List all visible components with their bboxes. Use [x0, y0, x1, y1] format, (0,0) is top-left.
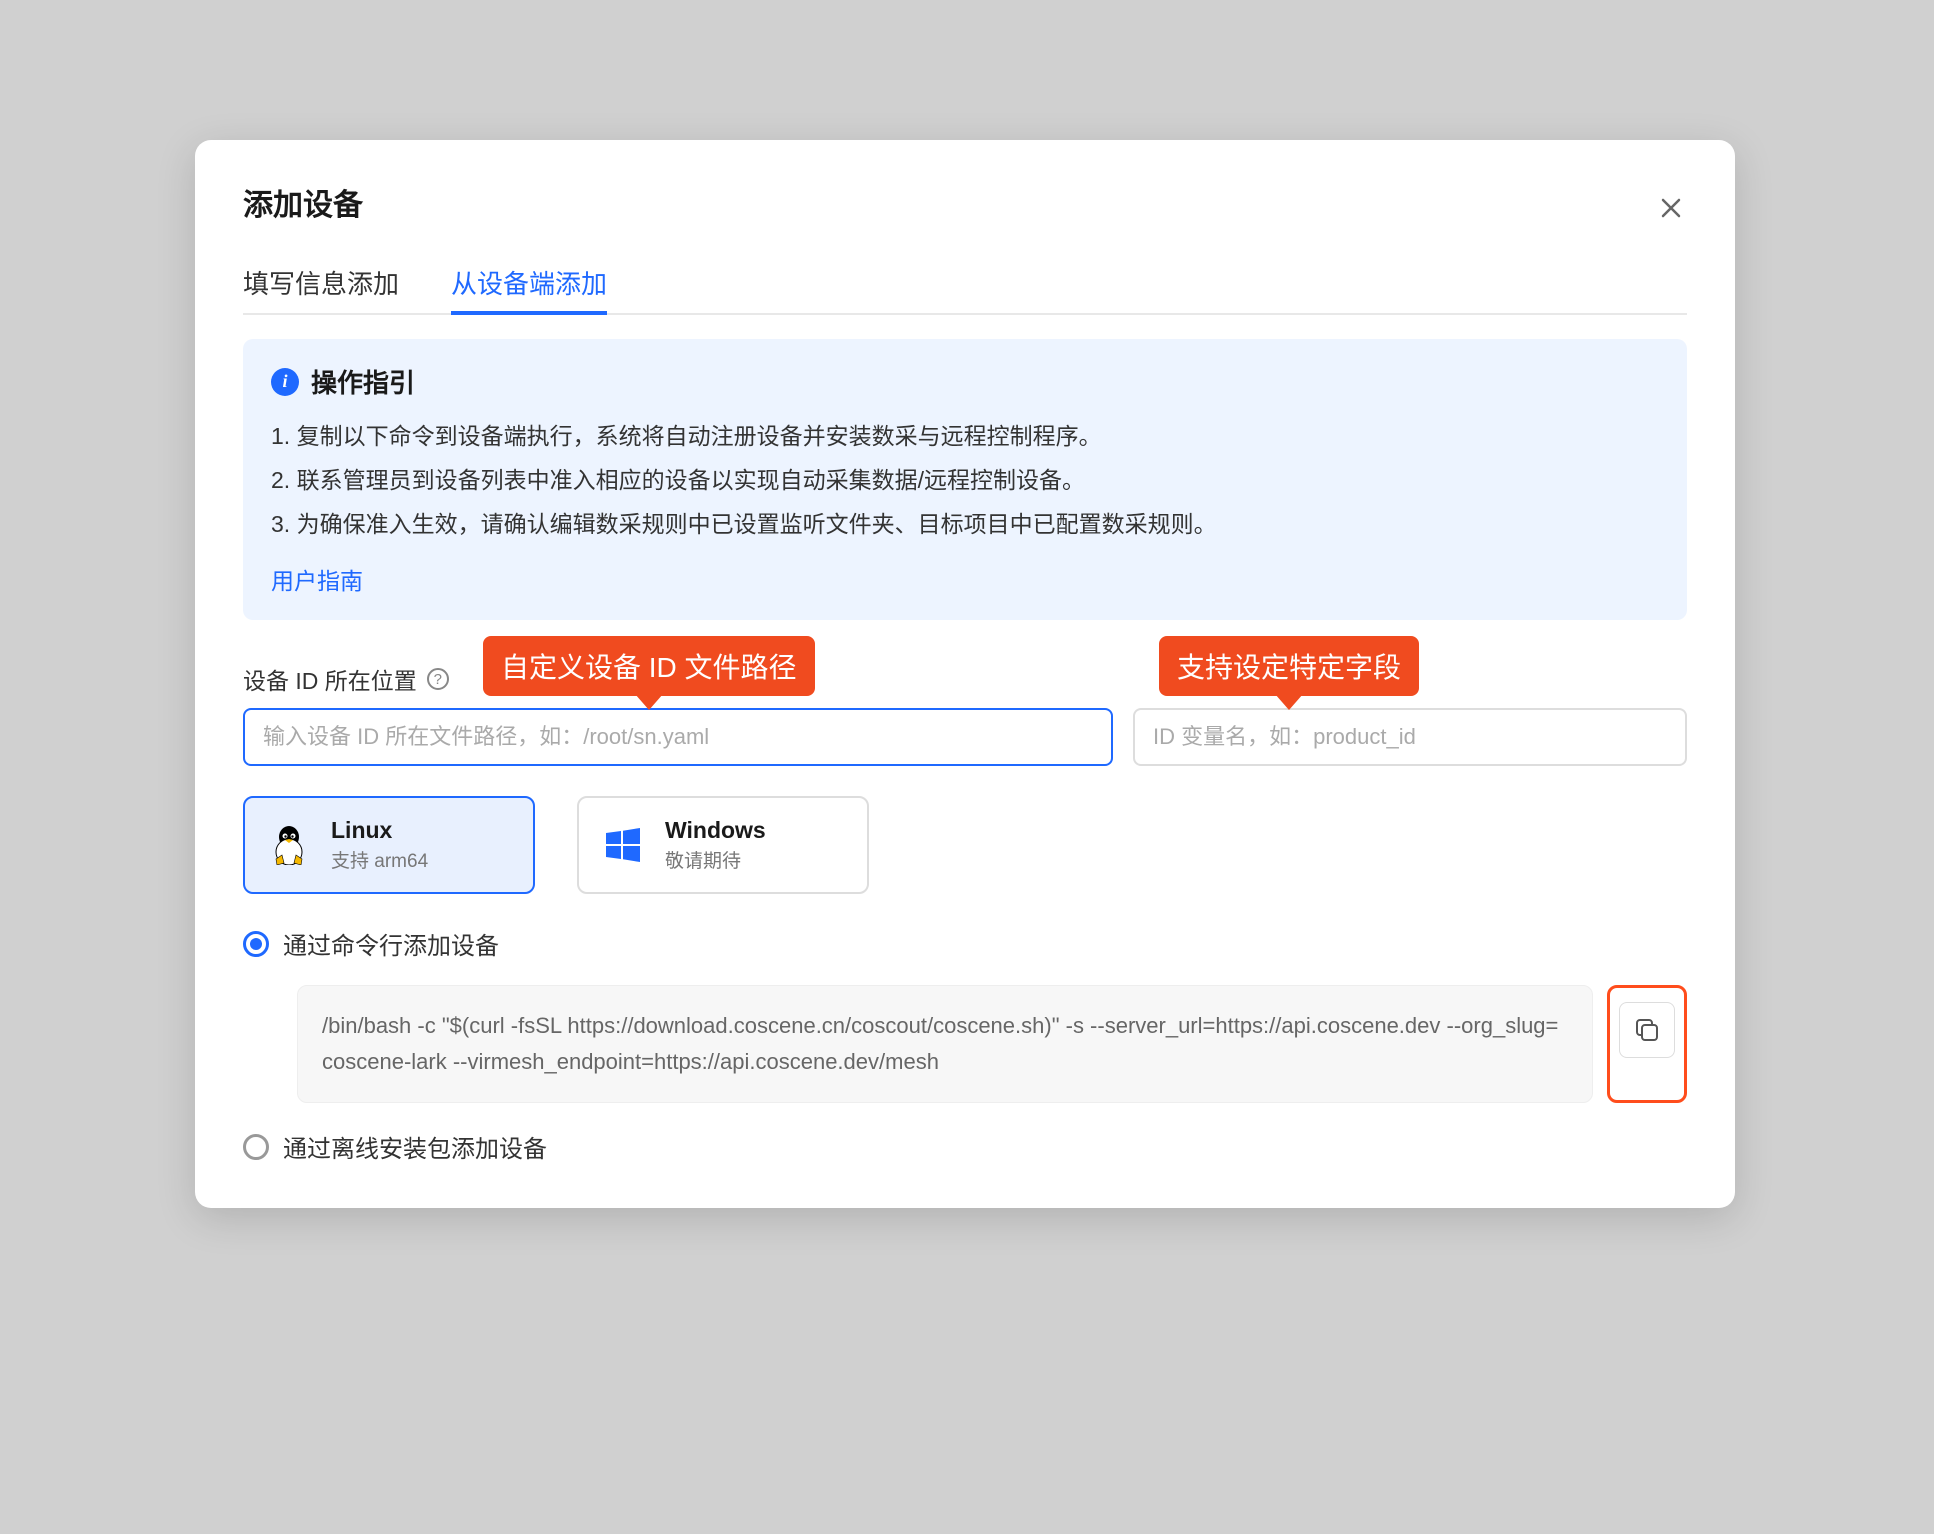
close-button[interactable]	[1655, 192, 1687, 224]
linux-icon	[269, 825, 309, 865]
radio-offline[interactable]	[243, 1134, 269, 1160]
guide-title-row: i 操作指引	[271, 363, 1659, 400]
code-row: /bin/bash -c "$(curl -fsSL https://downl…	[297, 985, 1687, 1103]
radio-row-offline[interactable]: 通过离线安装包添加设备	[243, 1129, 1687, 1164]
guide-step-2: 2. 联系管理员到设备列表中准入相应的设备以实现自动采集数据/远程控制设备。	[271, 458, 1659, 502]
radio-row-cmd[interactable]: 通过命令行添加设备	[243, 926, 1687, 961]
device-id-var-input[interactable]	[1133, 708, 1687, 766]
info-icon: i	[271, 368, 299, 396]
device-id-label-row: 设备 ID 所在位置 ?	[243, 662, 1687, 696]
guide-box: i 操作指引 1. 复制以下命令到设备端执行，系统将自动注册设备并安装数采与远程…	[243, 339, 1687, 620]
linux-sub: 支持 arm64	[331, 846, 428, 873]
callout-var: 支持设定特定字段	[1159, 636, 1419, 696]
copy-button[interactable]	[1619, 1002, 1675, 1058]
linux-text: Linux 支持 arm64	[331, 817, 428, 873]
radio-cmd-label: 通过命令行添加设备	[283, 926, 499, 961]
guide-steps: 1. 复制以下命令到设备端执行，系统将自动注册设备并安装数采与远程控制程序。 2…	[271, 414, 1659, 546]
command-block: /bin/bash -c "$(curl -fsSL https://downl…	[297, 985, 1593, 1103]
windows-sub: 敬请期待	[665, 846, 766, 873]
tab-manual-entry[interactable]: 填写信息添加	[243, 252, 399, 313]
modal-header: 添加设备	[243, 180, 1687, 224]
user-guide-link[interactable]: 用户指南	[271, 562, 363, 596]
tab-from-device[interactable]: 从设备端添加	[451, 252, 607, 313]
guide-title: 操作指引	[311, 363, 415, 400]
callout-path: 自定义设备 ID 文件路径	[483, 636, 815, 696]
close-icon	[1661, 198, 1681, 218]
add-device-modal: 添加设备 填写信息添加 从设备端添加 i 操作指引 1. 复制以下命令到设备端执…	[195, 140, 1735, 1208]
radio-cmd[interactable]	[243, 931, 269, 957]
windows-text: Windows 敬请期待	[665, 817, 766, 873]
os-row: Linux 支持 arm64 Windows 敬请期待	[243, 796, 1687, 894]
os-card-windows[interactable]: Windows 敬请期待	[577, 796, 869, 894]
device-id-path-input[interactable]	[243, 708, 1113, 766]
os-card-linux[interactable]: Linux 支持 arm64	[243, 796, 535, 894]
device-id-label: 设备 ID 所在位置	[243, 662, 417, 696]
tabs: 填写信息添加 从设备端添加	[243, 252, 1687, 315]
copy-highlight	[1607, 985, 1687, 1103]
radio-offline-label: 通过离线安装包添加设备	[283, 1129, 547, 1164]
help-icon[interactable]: ?	[427, 668, 449, 690]
input-row: 自定义设备 ID 文件路径 支持设定特定字段	[243, 708, 1687, 766]
linux-name: Linux	[331, 817, 428, 844]
guide-step-3: 3. 为确保准入生效，请确认编辑数采规则中已设置监听文件夹、目标项目中已配置数采…	[271, 502, 1659, 546]
windows-name: Windows	[665, 817, 766, 844]
windows-icon	[603, 825, 643, 865]
modal-title: 添加设备	[243, 180, 363, 224]
guide-step-1: 1. 复制以下命令到设备端执行，系统将自动注册设备并安装数采与远程控制程序。	[271, 414, 1659, 458]
copy-icon	[1634, 1017, 1660, 1043]
